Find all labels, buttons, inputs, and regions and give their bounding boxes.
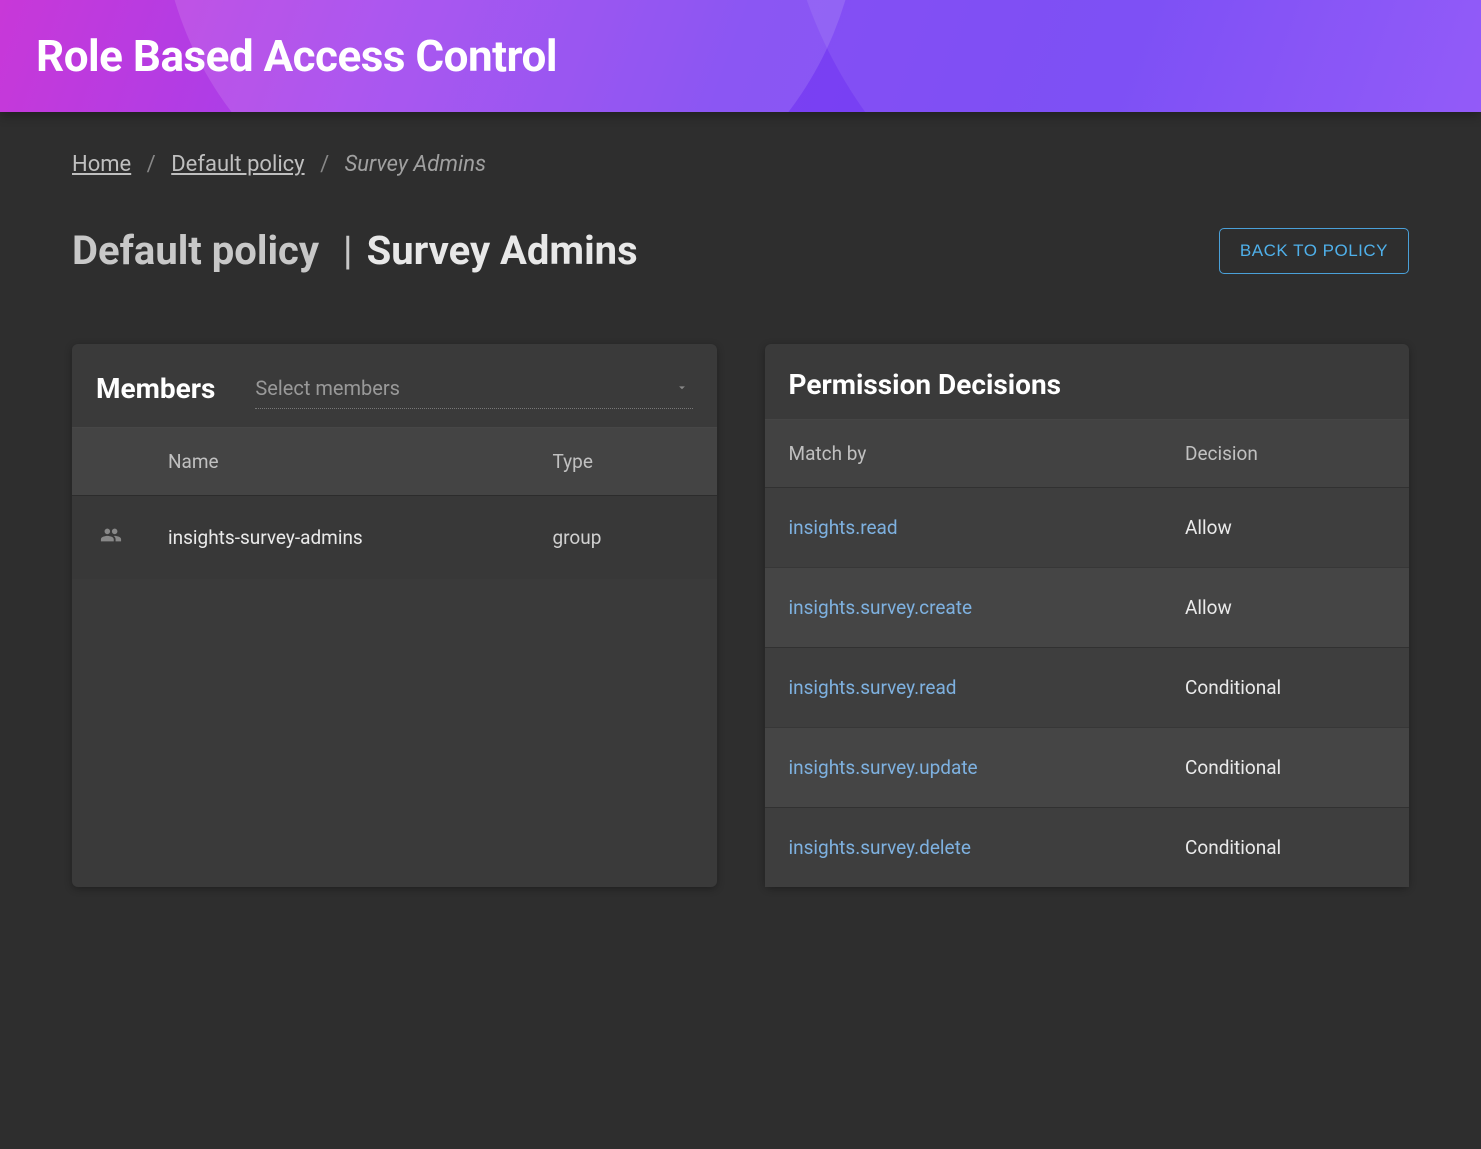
members-table-body: insights-survey-adminsgroup [72,495,717,579]
permissions-col-decision: Decision [1185,442,1385,465]
permissions-table-body: insights.readAllowinsights.survey.create… [765,487,1410,887]
title-row: Default policy | Survey Admins BACK TO P… [72,227,1409,274]
members-table-header: Name Type [72,427,717,495]
app-header: Role Based Access Control [0,0,1481,112]
members-col-icon [96,450,168,473]
permissions-card: Permission Decisions Match by Decision i… [765,344,1410,887]
members-col-type: Type [553,450,693,473]
permission-link[interactable]: insights.read [789,516,898,539]
permissions-row[interactable]: insights.survey.read Conditional [765,647,1410,727]
permissions-row[interactable]: insights.survey.create Allow [765,567,1410,647]
page-title-role: Survey Admins [367,227,638,274]
main-container: Home / Default policy / Survey Admins De… [0,112,1481,927]
members-card: Members Select members Name Type insight… [72,344,717,887]
permissions-card-header: Permission Decisions [765,344,1410,419]
permissions-row[interactable]: insights.survey.update Conditional [765,727,1410,807]
members-title: Members [96,372,215,405]
permissions-row-match-cell: insights.read [789,516,1186,539]
title-separator: | [333,227,363,274]
breadcrumb-separator: / [147,152,156,177]
breadcrumb-current: Survey Admins [345,152,486,177]
page-title: Default policy | Survey Admins [72,227,638,274]
members-col-name: Name [168,450,553,473]
permissions-col-match: Match by [789,442,1186,465]
breadcrumb: Home / Default policy / Survey Admins [72,152,1409,177]
content-grid: Members Select members Name Type insight… [72,344,1409,887]
permissions-row[interactable]: insights.read Allow [765,487,1410,567]
permissions-row-decision: Allow [1185,516,1385,539]
members-row-icon-cell [96,524,168,551]
permissions-row-match-cell: insights.survey.update [789,756,1186,779]
app-title: Role Based Access Control [36,30,1445,82]
permissions-row-decision: Conditional [1185,756,1385,779]
permissions-table-header: Match by Decision [765,419,1410,487]
permissions-row-decision: Allow [1185,596,1385,619]
breadcrumb-policy[interactable]: Default policy [171,152,304,177]
members-row-name: insights-survey-admins [168,526,553,549]
members-card-header: Members Select members [72,344,717,427]
permission-link[interactable]: insights.survey.update [789,756,978,779]
permission-link[interactable]: insights.survey.create [789,596,973,619]
members-row[interactable]: insights-survey-adminsgroup [72,495,717,579]
select-members-wrapper: Select members [255,368,692,409]
permissions-row-match-cell: insights.survey.delete [789,836,1186,859]
select-members-dropdown[interactable]: Select members [255,368,692,409]
members-row-type: group [553,526,693,549]
breadcrumb-separator: / [320,152,329,177]
breadcrumb-home[interactable]: Home [72,152,131,177]
group-icon [96,524,126,546]
permission-link[interactable]: insights.survey.delete [789,836,971,859]
permissions-row[interactable]: insights.survey.delete Conditional [765,807,1410,887]
permission-link[interactable]: insights.survey.read [789,676,957,699]
permissions-row-match-cell: insights.survey.read [789,676,1186,699]
permissions-row-match-cell: insights.survey.create [789,596,1186,619]
back-to-policy-button[interactable]: BACK TO POLICY [1219,228,1409,274]
permissions-row-decision: Conditional [1185,676,1385,699]
permissions-title: Permission Decisions [789,368,1062,401]
permissions-row-decision: Conditional [1185,836,1385,859]
page-title-policy: Default policy [72,227,319,274]
